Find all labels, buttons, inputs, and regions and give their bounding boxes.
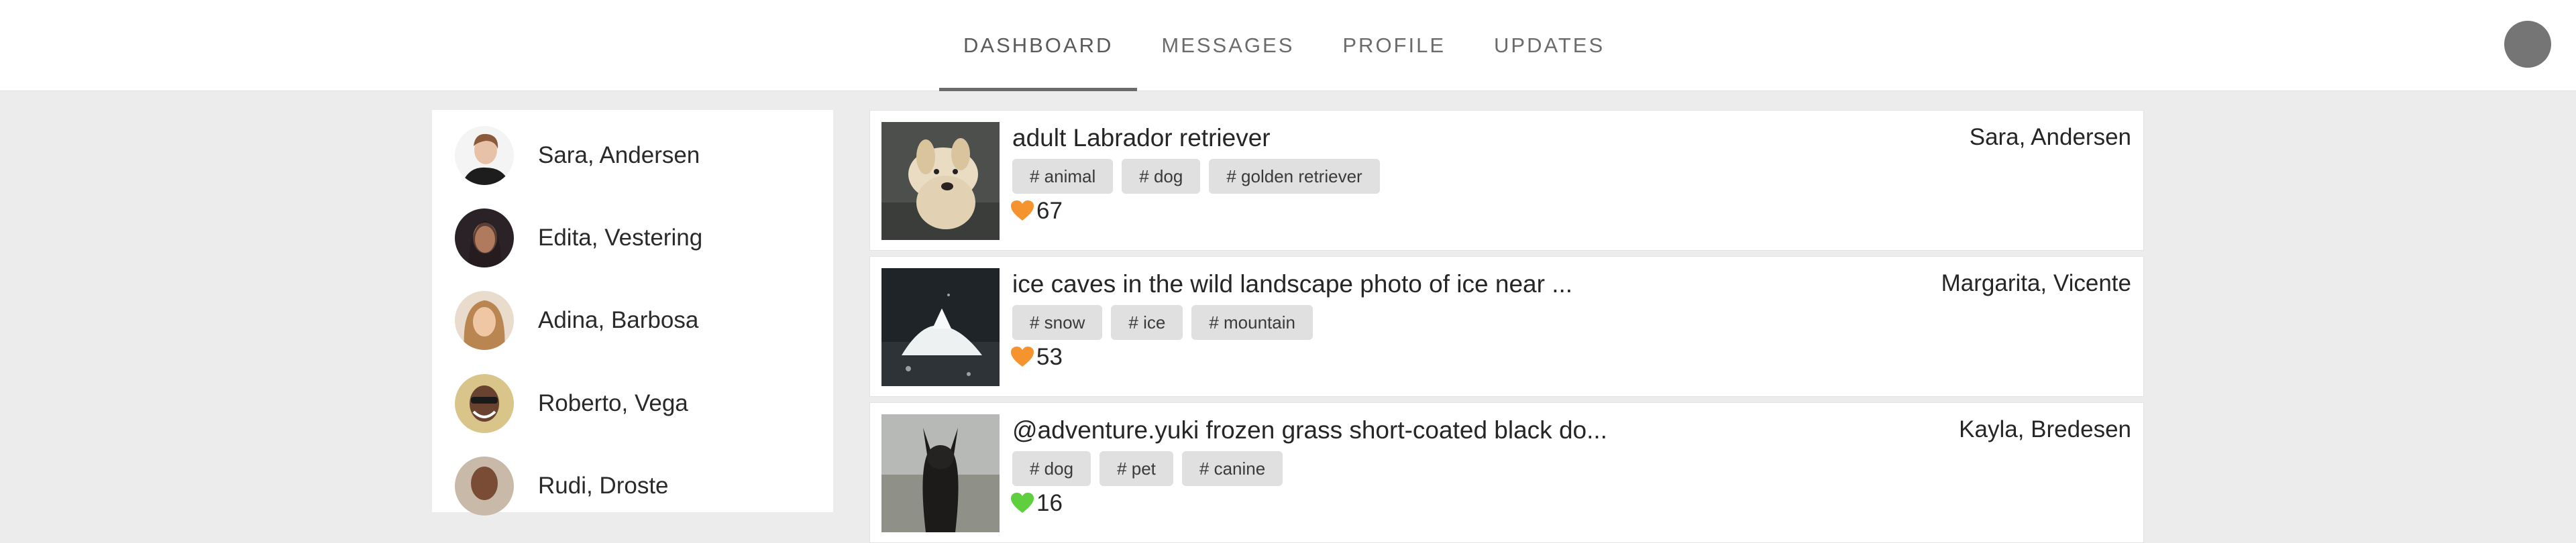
like-count: 16: [1036, 490, 1063, 516]
tab-dashboard[interactable]: DASHBOARD: [939, 0, 1138, 91]
user-item[interactable]: Edita, Vestering: [455, 207, 817, 269]
avatar: [455, 208, 514, 267]
tag-list: # animal # dog # golden retriever: [1012, 159, 1389, 194]
post-card[interactable]: @adventure.yuki frozen grass short-coate…: [869, 402, 2144, 543]
avatar: [455, 126, 514, 185]
like-count: 53: [1036, 344, 1063, 370]
tag-chip[interactable]: # pet: [1099, 451, 1173, 486]
post-title[interactable]: ice caves in the wild landscape photo of…: [1012, 270, 1572, 298]
account-avatar[interactable]: [2504, 21, 2551, 68]
post-card[interactable]: adult Labrador retriever Sara, Andersen …: [869, 110, 2144, 251]
post-image: [881, 414, 1000, 532]
user-item[interactable]: Adina, Barbosa: [455, 290, 817, 351]
user-item[interactable]: Sara, Andersen: [455, 125, 817, 186]
tag-chip[interactable]: # ice: [1111, 305, 1183, 340]
tag-chip[interactable]: # canine: [1181, 451, 1283, 486]
like-counter[interactable]: 53: [1011, 344, 1063, 371]
user-item[interactable]: Roberto, Vega: [455, 373, 817, 434]
avatar: [455, 291, 514, 350]
user-name: Roberto, Vega: [538, 390, 688, 416]
tag-chip[interactable]: # mountain: [1191, 305, 1313, 340]
post-image: [881, 122, 1000, 240]
heart-icon: [1011, 347, 1034, 367]
tab-profile[interactable]: PROFILE: [1318, 0, 1470, 91]
post-author[interactable]: Kayla, Bredesen: [1959, 416, 2131, 443]
heart-icon: [1011, 200, 1034, 221]
user-name: Rudi, Droste: [538, 473, 669, 499]
tag-chip[interactable]: # dog: [1012, 451, 1091, 486]
tag-list: # snow # ice # mountain: [1012, 305, 1322, 340]
user-name: Adina, Barbosa: [538, 307, 699, 333]
post-title[interactable]: adult Labrador retriever: [1012, 124, 1271, 152]
post-author[interactable]: Margarita, Vicente: [1941, 270, 2131, 297]
tag-list: # dog # pet # canine: [1012, 451, 1291, 486]
user-list: Sara, Andersen Edita, Vestering Adina, B…: [432, 110, 833, 516]
tag-chip[interactable]: # animal: [1012, 159, 1114, 194]
top-app-bar: DASHBOARD MESSAGES PROFILE UPDATES: [0, 0, 2576, 91]
tag-chip[interactable]: # dog: [1122, 159, 1201, 194]
tab-updates[interactable]: UPDATES: [1470, 0, 1629, 91]
user-name: Sara, Andersen: [538, 142, 700, 168]
nav-tabs: DASHBOARD MESSAGES PROFILE UPDATES: [939, 0, 1629, 91]
user-name: Edita, Vestering: [538, 225, 703, 251]
like-count: 67: [1036, 198, 1063, 224]
post-title[interactable]: @adventure.yuki frozen grass short-coate…: [1012, 416, 1607, 444]
like-counter[interactable]: 67: [1011, 198, 1063, 225]
post-author[interactable]: Sara, Andersen: [1970, 124, 2131, 151]
like-counter[interactable]: 16: [1011, 490, 1063, 517]
tag-chip[interactable]: # snow: [1012, 305, 1103, 340]
post-image: [881, 268, 1000, 386]
avatar: [455, 374, 514, 433]
user-item[interactable]: Rudi, Droste: [455, 455, 817, 517]
tab-messages[interactable]: MESSAGES: [1137, 0, 1318, 91]
avatar: [455, 457, 514, 516]
post-card[interactable]: ice caves in the wild landscape photo of…: [869, 256, 2144, 397]
tag-chip[interactable]: # golden retriever: [1209, 159, 1380, 194]
